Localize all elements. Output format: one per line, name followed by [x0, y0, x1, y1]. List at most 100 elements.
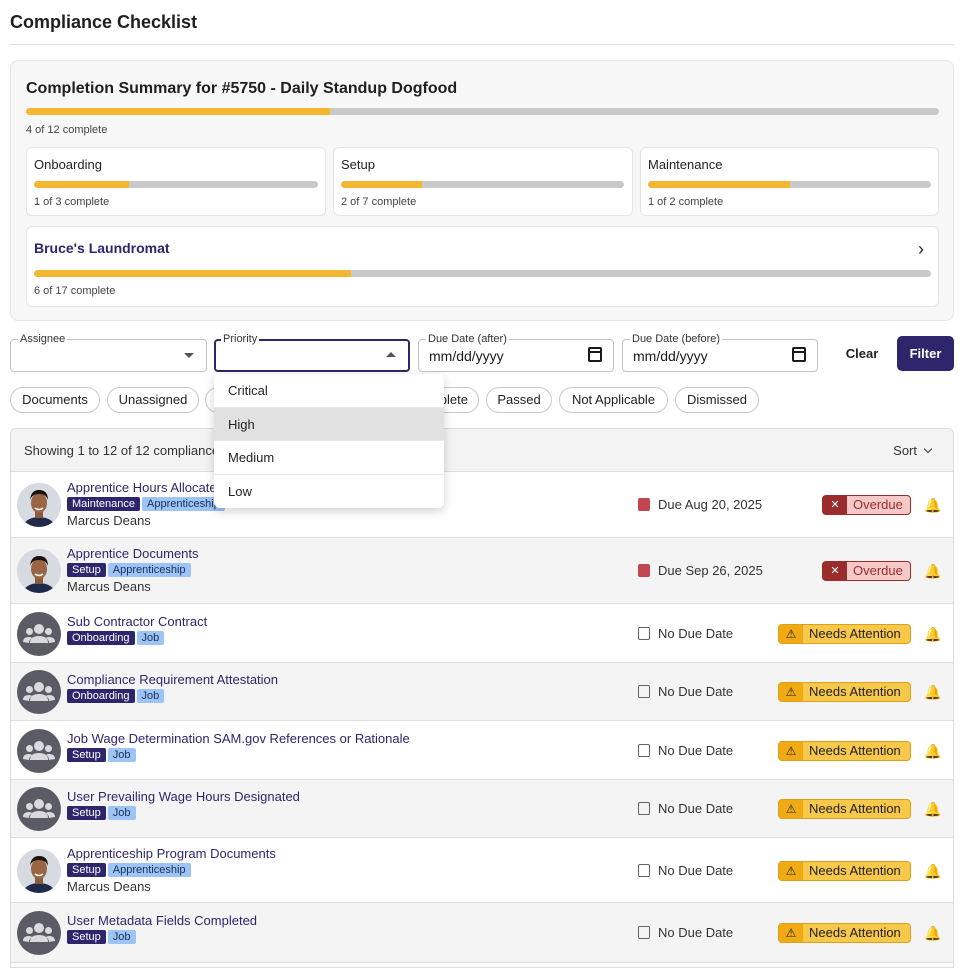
priority-dropdown[interactable]: Critical High Medium Low	[214, 374, 444, 508]
item-title[interactable]: Apprentice Documents	[67, 546, 199, 561]
list-header: Showing 1 to 12 of 12 compliance Sort	[11, 429, 953, 472]
calendar-icon	[638, 863, 650, 877]
category-progress-fill	[34, 181, 129, 188]
calendar-icon	[638, 626, 650, 640]
category-card-maintenance: Maintenance 1 of 2 complete	[640, 147, 939, 216]
assignee-select[interactable]: Assignee	[10, 333, 207, 372]
chip-not-applicable[interactable]: Not Applicable	[559, 387, 668, 413]
option-critical[interactable]: Critical	[214, 374, 444, 408]
item-title[interactable]: Sub Contractor Contract	[67, 614, 207, 629]
filter-button[interactable]: Filter	[897, 336, 954, 371]
category-tag: Onboarding	[67, 689, 135, 703]
clear-button[interactable]: Clear	[836, 339, 888, 369]
item-title[interactable]: Compliance Requirement Attestation	[67, 672, 278, 687]
list-item[interactable]: Compliance Requirement Attestation Onboar…	[11, 663, 953, 721]
calendar-icon[interactable]	[792, 347, 806, 362]
caret-down-icon[interactable]	[184, 353, 194, 358]
bell-icon[interactable]: 🔔	[924, 924, 941, 942]
category-progress-fill	[648, 181, 790, 188]
due-date-text: Due Aug 20, 2025	[658, 497, 763, 512]
due-date-text: Due Sep 26, 2025	[658, 563, 763, 578]
status-badge: ⚠ Needs Attention	[778, 860, 911, 881]
calendar-icon[interactable]	[588, 347, 602, 362]
due-before-value[interactable]: mm/dd/yyyy	[633, 348, 708, 364]
category-tag: Onboarding	[67, 630, 135, 645]
option-medium[interactable]: Medium	[214, 441, 444, 475]
category-progress-text: 1 of 3 complete	[34, 196, 110, 208]
bell-icon[interactable]: 🔔	[924, 496, 941, 514]
priority-select[interactable]: Priority	[214, 333, 410, 372]
caret-up-icon[interactable]	[386, 352, 396, 357]
category-progress-bar	[341, 181, 624, 188]
chip-passed[interactable]: Passed	[486, 387, 552, 413]
site-card[interactable]: Bruce's Laundromat › 6 of 17 complete	[26, 226, 939, 307]
due-after-label: Due Date (after)	[426, 333, 509, 345]
due-date: No Due Date	[638, 743, 733, 758]
avatar	[17, 848, 61, 893]
sort-label[interactable]: Sort	[893, 443, 917, 458]
due-after-value[interactable]: mm/dd/yyyy	[429, 348, 504, 364]
item-tags: Setup Apprenticeship	[67, 563, 193, 577]
compliance-list: Showing 1 to 12 of 12 compliance Sort Ap…	[10, 428, 954, 968]
item-title[interactable]: Apprenticeship Program Documents	[67, 846, 276, 861]
option-low[interactable]: Low	[214, 475, 444, 509]
avatar	[17, 549, 61, 593]
status-badge: ⚠ Needs Attention	[778, 623, 911, 644]
due-date: No Due Date	[638, 684, 733, 699]
bell-icon[interactable]: 🔔	[924, 683, 941, 701]
due-date: No Due Date	[638, 801, 733, 816]
item-title[interactable]: User Prevailing Wage Hours Designated	[67, 789, 300, 804]
category-tag: Setup	[67, 747, 106, 762]
list-item[interactable]: User Prevailing Wage Hours Designated Set…	[11, 780, 953, 838]
site-progress-bar	[34, 270, 931, 277]
chevron-right-icon[interactable]: ›	[918, 239, 924, 260]
calendar-icon	[638, 685, 650, 698]
item-tags: Onboarding Job	[67, 630, 166, 645]
due-date-text: No Due Date	[658, 684, 734, 699]
bell-icon[interactable]: 🔔	[924, 800, 941, 818]
chip-dismissed[interactable]: Dismissed	[675, 387, 759, 413]
list-item[interactable]: Apprentice Documents Setup Apprenticeship M…	[11, 538, 953, 604]
chip-unassigned[interactable]: Unassigned	[107, 387, 199, 413]
due-date-text: No Due Date	[658, 801, 734, 816]
status-text: Overdue	[853, 497, 903, 512]
item-title[interactable]: User Metadata Fields Completed	[67, 913, 257, 928]
due-before-field[interactable]: Due Date (before) mm/dd/yyyy	[622, 333, 818, 372]
status-badge: ⚠ Needs Attention	[778, 799, 911, 819]
status-text: Needs Attention	[809, 684, 901, 699]
status-badge: ⚠ Needs Attention	[778, 682, 911, 702]
item-tags: Onboarding Job	[67, 689, 166, 703]
category-tag: Setup	[67, 563, 106, 577]
option-high[interactable]: High	[214, 407, 444, 441]
due-date-text: No Due Date	[658, 862, 734, 878]
summary-title: Completion Summary for #5750 - Daily Sta…	[26, 80, 458, 97]
item-tags: Setup Job	[67, 930, 138, 944]
chevron-down-icon[interactable]	[923, 444, 933, 454]
list-item[interactable]: Job Wage Determination SAM.gov Reference…	[11, 721, 953, 780]
bell-icon[interactable]: 🔔	[924, 562, 941, 580]
group-icon	[17, 787, 61, 831]
warning-icon: ⚠	[779, 924, 803, 942]
status-text: Needs Attention	[809, 742, 901, 758]
sort-button[interactable]: Sort	[893, 443, 933, 458]
status-text: Needs Attention	[809, 801, 901, 816]
due-after-field[interactable]: Due Date (after) mm/dd/yyyy	[418, 333, 614, 372]
category-progress-bar	[34, 181, 318, 188]
item-title[interactable]: Job Wage Determination SAM.gov Reference…	[67, 731, 410, 746]
due-before-label: Due Date (before)	[630, 333, 723, 345]
group-icon	[17, 911, 61, 955]
status-text: Overdue	[853, 563, 903, 578]
item-tags: Setup Apprenticeship	[67, 863, 193, 877]
list-item[interactable]: User Metadata Fields Completed Setup Job No…	[11, 903, 953, 963]
type-tag: Job	[107, 747, 136, 762]
list-item[interactable]: Apprenticeship Program Documents Setup App…	[11, 838, 953, 903]
site-name[interactable]: Bruce's Laundromat	[34, 240, 170, 256]
item-title[interactable]: Apprentice Hours Allocate	[67, 480, 217, 495]
chip-documents[interactable]: Documents	[10, 387, 100, 413]
list-item[interactable]: Apprentice Hours Allocate Maintenance Appr…	[11, 472, 953, 538]
bell-icon[interactable]: 🔔	[924, 742, 941, 760]
status-badge: ⚠ Needs Attention	[778, 923, 911, 943]
list-item[interactable]: Sub Contractor Contract Onboarding Job No D…	[11, 604, 953, 663]
bell-icon[interactable]: 🔔	[924, 862, 941, 880]
bell-icon[interactable]: 🔔	[924, 625, 941, 643]
